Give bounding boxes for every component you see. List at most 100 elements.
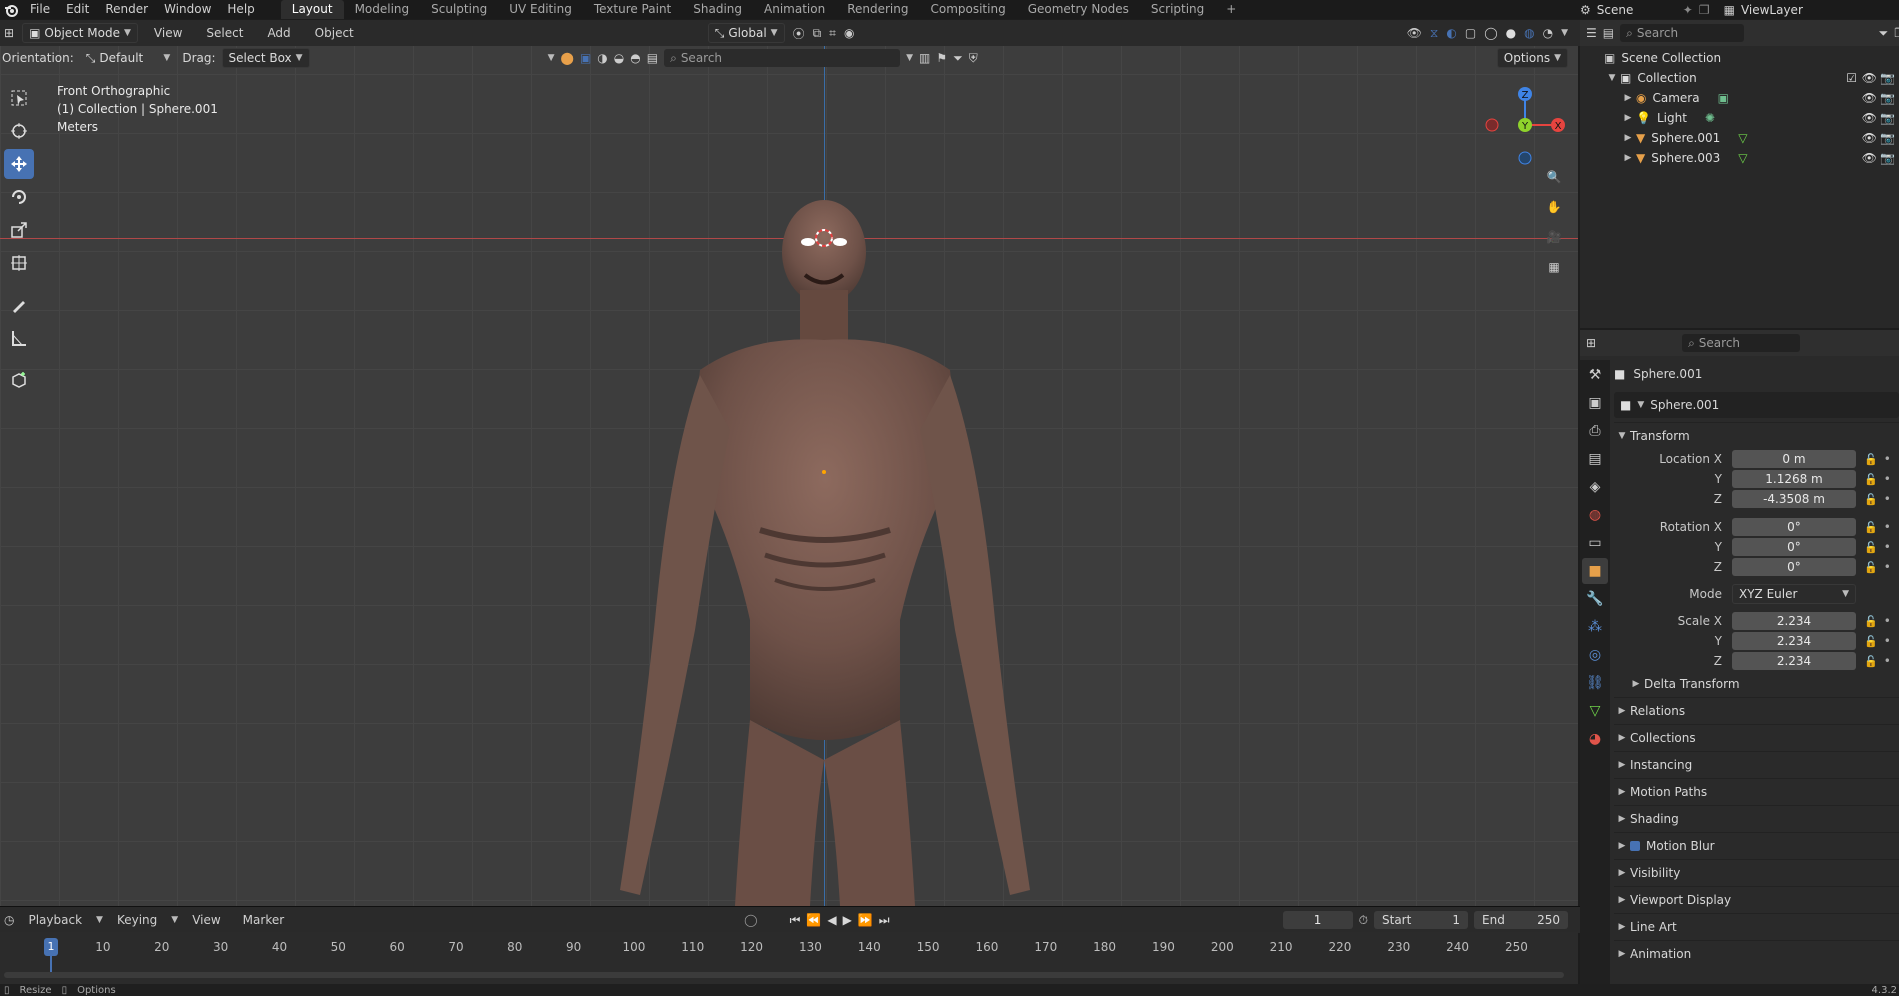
camera-render-icon[interactable]: 📷	[1880, 91, 1895, 105]
delta-transform-header[interactable]: ▶ Delta Transform	[1614, 671, 1899, 697]
outliner-item-light[interactable]: ▶ 💡 Light ✺ 👁 📷	[1580, 108, 1899, 128]
eye-icon[interactable]: 👁	[1862, 91, 1877, 105]
annotate-tool-icon[interactable]	[4, 290, 34, 320]
eye-icon[interactable]: 👁	[1862, 71, 1877, 85]
navigation-gizmo[interactable]: Z X Y	[1480, 80, 1570, 170]
workspace-tab-animation[interactable]: Animation	[753, 0, 836, 19]
eye-icon[interactable]: 👁	[1862, 131, 1877, 145]
character-model[interactable]	[600, 200, 1050, 906]
render-tab-icon[interactable]: ▣	[1582, 390, 1608, 416]
object-name-field[interactable]: ■ ▼ Sphere.001	[1614, 392, 1899, 418]
pin-icon[interactable]: ✦	[1683, 3, 1693, 17]
chevron-down-icon[interactable]: ▼	[1604, 73, 1620, 83]
data-tab-icon[interactable]: ▽	[1582, 698, 1608, 724]
lock-icon[interactable]: 🔓	[1864, 635, 1878, 648]
filter-icon-3[interactable]: ◒	[614, 51, 624, 65]
location-y-field[interactable]: 1.1268 m	[1732, 470, 1856, 488]
chevron-down-icon[interactable]: ▼	[906, 53, 913, 63]
timeline-menu-marker[interactable]: Marker	[235, 911, 292, 930]
chevron-right-icon[interactable]: ▶	[1620, 153, 1636, 163]
add-workspace-icon[interactable]: +	[1215, 0, 1247, 19]
new-collection-icon[interactable]: ❐	[1894, 26, 1899, 40]
snap-target-icon[interactable]: ⌗	[829, 26, 836, 41]
outliner-item-sphere-003[interactable]: ▶ ▼ Sphere.003 ▽ 👁 📷	[1580, 148, 1899, 168]
timeline-editor-icon[interactable]: ◷	[4, 913, 14, 927]
filter-funnel-icon[interactable]: ⏷	[953, 51, 963, 66]
3d-cursor-icon[interactable]	[813, 227, 835, 249]
output-tab-icon[interactable]: ⎙	[1582, 418, 1608, 444]
start-frame-field[interactable]: Start 1	[1374, 911, 1468, 929]
panel-visibility[interactable]: ▶ Visibility	[1614, 859, 1899, 886]
filter-funnel-icon[interactable]: ⏷	[1879, 26, 1889, 41]
scale-tool-icon[interactable]	[4, 215, 34, 245]
bookmark-icon[interactable]: ⚑	[936, 51, 947, 65]
view-layer-tab-icon[interactable]: ▤	[1582, 446, 1608, 472]
chevron-right-icon[interactable]: ▶	[1620, 93, 1636, 103]
measure-tool-icon[interactable]	[4, 323, 34, 353]
scene-tab-icon[interactable]: ◈	[1582, 474, 1608, 500]
workspace-tab-shading[interactable]: Shading	[682, 0, 753, 19]
3d-viewport[interactable]: Front Orthographic (1) Collection | Sphe…	[0, 20, 1578, 906]
xray-icon[interactable]: ▢	[1465, 26, 1476, 40]
outliner-search[interactable]: ⌕ Search	[1620, 24, 1745, 42]
menu-edit[interactable]: Edit	[58, 0, 97, 19]
jump-start-icon[interactable]: ⏮	[790, 913, 801, 928]
panel-relations[interactable]: ▶ Relations	[1614, 697, 1899, 724]
panel-line-art[interactable]: ▶ Line Art	[1614, 913, 1899, 940]
panel-viewport-display[interactable]: ▶ Viewport Display	[1614, 886, 1899, 913]
overlay-toggle-icon[interactable]: ◐	[1446, 26, 1456, 40]
lock-icon[interactable]: 🔓	[1864, 493, 1878, 506]
keyframe-dot-icon[interactable]: •	[1884, 614, 1891, 628]
workspace-tab-rendering[interactable]: Rendering	[836, 0, 919, 19]
wireframe-shading-icon[interactable]: ◯	[1484, 26, 1497, 40]
filter-icon-4[interactable]: ◓	[630, 51, 640, 65]
world-tab-icon[interactable]: ◍	[1582, 502, 1608, 528]
workspace-tab-sculpting[interactable]: Sculpting	[420, 0, 498, 19]
outliner-item-sphere-001[interactable]: ▶ ▼ Sphere.001 ▽ 👁 📷	[1580, 128, 1899, 148]
panel-motion-paths[interactable]: ▶ Motion Paths	[1614, 778, 1899, 805]
transform-tool-icon[interactable]	[4, 248, 34, 278]
lock-icon[interactable]: 🔓	[1864, 453, 1878, 466]
camera-view-icon[interactable]: 🎥	[1541, 224, 1567, 250]
filter-icon-2[interactable]: ◑	[597, 51, 607, 65]
workspace-tab-scripting[interactable]: Scripting	[1140, 0, 1215, 19]
lock-icon[interactable]: 🔓	[1864, 655, 1878, 668]
scene-selector[interactable]: ⚙ Scene ✦ ❐ ▦ ViewLayer	[1580, 0, 1803, 19]
timeline-menu-playback[interactable]: Playback	[20, 911, 90, 930]
eye-icon[interactable]: 👁	[1862, 111, 1877, 125]
menu-window[interactable]: Window	[156, 0, 219, 19]
lock-icon[interactable]: 🔓	[1864, 521, 1878, 534]
solid-shading-icon[interactable]: ●	[1506, 26, 1516, 40]
proportional-edit-icon[interactable]: ◉	[844, 26, 854, 40]
panel-instancing[interactable]: ▶ Instancing	[1614, 751, 1899, 778]
move-tool-icon[interactable]	[4, 149, 34, 179]
collection-tab-icon[interactable]: ▭	[1582, 530, 1608, 556]
outliner-collection[interactable]: ▼ ▣ Collection ☑ 👁 📷	[1580, 68, 1899, 88]
transform-panel-header[interactable]: ▼ Transform	[1614, 422, 1899, 449]
rotation-mode-dropdown[interactable]: XYZ Euler ▼	[1732, 584, 1856, 604]
camera-render-icon[interactable]: 📷	[1880, 111, 1895, 125]
material-shading-icon[interactable]: ◍	[1524, 26, 1534, 40]
lock-icon[interactable]: 🔓	[1864, 473, 1878, 486]
keyframe-dot-icon[interactable]: •	[1884, 492, 1891, 506]
timeline-menu-keying[interactable]: Keying	[109, 911, 165, 930]
workspace-tab-layout[interactable]: Layout	[280, 0, 344, 19]
keyframe-dot-icon[interactable]: •	[1884, 634, 1891, 648]
playhead[interactable]: 1	[44, 938, 58, 956]
viewport-menu-object[interactable]: Object	[307, 24, 362, 43]
timeline-ruler[interactable]: 1102030405060708090100110120130140150160…	[0, 932, 1578, 984]
timeline-scrollbar[interactable]	[4, 972, 1564, 978]
rotation-z-field[interactable]: 0°	[1732, 558, 1856, 576]
object-mode-dropdown[interactable]: ▣ Object Mode ▼	[22, 23, 138, 43]
properties-search[interactable]: ⌕ Search	[1682, 334, 1801, 352]
panel-shading[interactable]: ▶ Shading	[1614, 805, 1899, 832]
color-wheel-icon[interactable]: ⬤	[561, 51, 574, 65]
particles-tab-icon[interactable]: ⁂	[1582, 614, 1608, 640]
panel-collections[interactable]: ▶ Collections	[1614, 724, 1899, 751]
viewport-menu-select[interactable]: Select	[198, 24, 251, 43]
lock-icon[interactable]: 🔓	[1864, 541, 1878, 554]
outliner-root[interactable]: ▣ Scene Collection	[1580, 48, 1899, 68]
camera-render-icon[interactable]: 📷	[1880, 151, 1895, 165]
panel-animation[interactable]: ▶ Animation	[1614, 940, 1899, 967]
cursor-tool-icon[interactable]	[4, 116, 34, 146]
